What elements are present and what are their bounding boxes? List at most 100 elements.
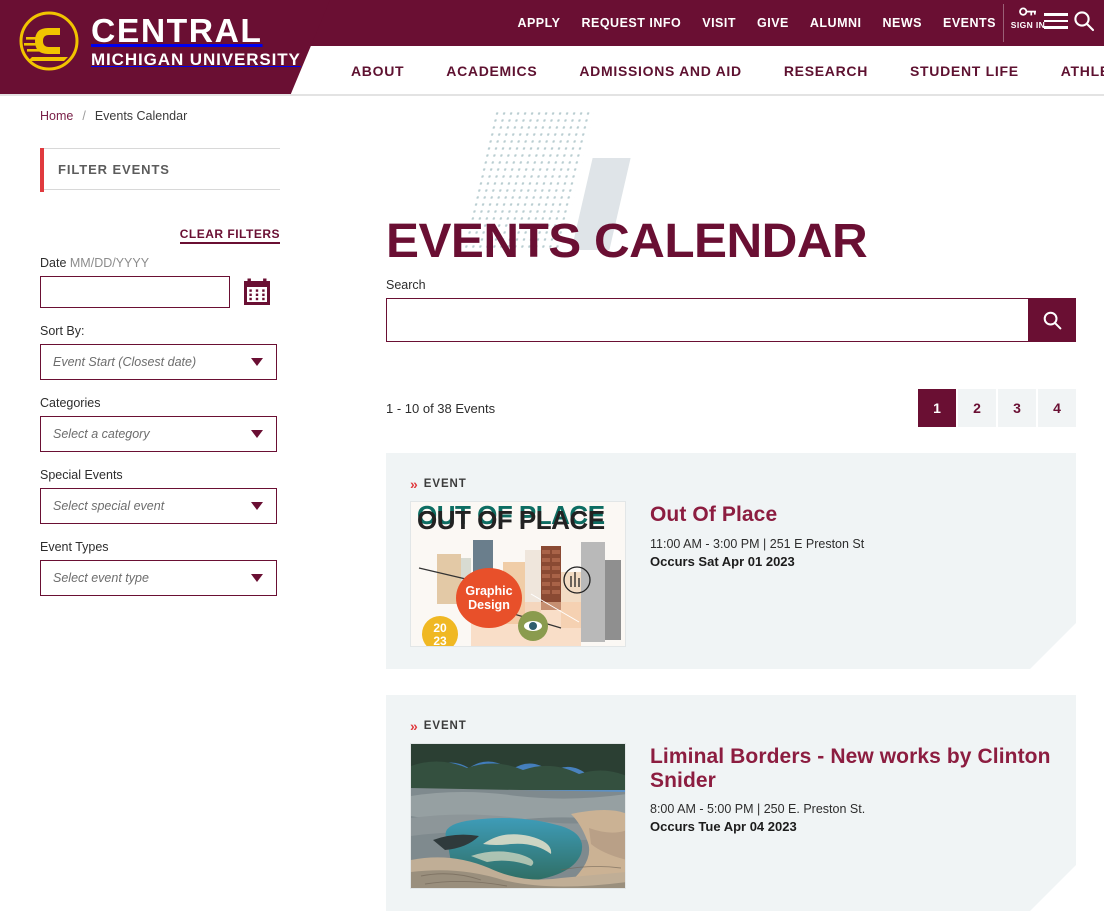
header-controls — [1044, 9, 1096, 33]
clear-filters-button[interactable]: CLEAR FILTERS — [179, 227, 280, 244]
special-events-select[interactable]: Select special event — [40, 488, 277, 524]
event-info: Liminal Borders - New works by Clinton S… — [650, 743, 1076, 889]
event-time-location: 8:00 AM - 5:00 PM | 250 E. Preston St. — [650, 802, 866, 817]
utility-nav-divider — [1003, 4, 1004, 42]
svg-text:20: 20 — [433, 621, 447, 635]
date-input[interactable] — [40, 276, 230, 308]
breadcrumb-current: Events Calendar — [94, 109, 188, 123]
pagination: 1 2 3 4 — [918, 389, 1076, 427]
search-input[interactable] — [386, 298, 1028, 342]
event-title[interactable]: Liminal Borders - New works by Clinton S… — [650, 745, 1076, 792]
event-card[interactable]: » EVENT OUT OF PLACE OUT OF PLACE Graphi… — [386, 453, 1076, 669]
sort-by-group: Sort By: Event Start (Closest date) — [40, 324, 280, 380]
filter-events-title: FILTER EVENTS — [58, 161, 170, 177]
hamburger-menu-icon[interactable] — [1044, 13, 1068, 29]
pagination-page-3[interactable]: 3 — [998, 389, 1036, 427]
double-chevron-icon: » — [410, 476, 418, 492]
breadcrumb-home[interactable]: Home — [40, 109, 73, 123]
nav-student-life[interactable]: STUDENT LIFE — [889, 63, 1040, 79]
cmu-flying-c-logo-icon — [18, 10, 80, 72]
chevron-down-icon — [251, 430, 263, 438]
chevron-down-icon — [251, 502, 263, 510]
breadcrumb-separator: / — [82, 109, 86, 123]
date-format-hint: MM/DD/YYYY — [69, 256, 150, 270]
site-logo-link[interactable]: CENTRAL MICHIGAN UNIVERSITY — [18, 10, 301, 72]
svg-text:Design: Design — [468, 598, 510, 612]
event-search: Search — [386, 278, 1076, 342]
event-occurs-date: Occurs Sat Apr 01 2023 — [650, 553, 795, 569]
sort-by-value: Event Start (Closest date) — [53, 355, 197, 369]
utility-nav-events[interactable]: EVENTS — [943, 16, 996, 30]
event-time-location: 11:00 AM - 3:00 PM | 251 E Preston St — [650, 536, 865, 551]
event-kicker-label: EVENT — [423, 720, 467, 732]
date-field-label: Date MM/DD/YYYY — [40, 256, 280, 270]
search-icon[interactable] — [1072, 9, 1096, 33]
utility-nav-apply[interactable]: APPLY — [517, 16, 560, 30]
key-icon — [1019, 7, 1037, 18]
primary-navigation: ABOUT ACADEMICS ADMISSIONS AND AID RESEA… — [330, 46, 1104, 96]
page-body: Home / Events Calendar FILTER EVENTS CLE… — [0, 96, 1104, 916]
calendar-icon[interactable] — [242, 277, 272, 307]
date-filter-row — [40, 276, 280, 308]
pagination-page-2[interactable]: 2 — [958, 389, 996, 427]
event-kicker: » EVENT — [410, 719, 1076, 733]
categories-value: Select a category — [53, 427, 150, 441]
chevron-down-icon — [251, 574, 263, 582]
page-title: EVENTS CALENDAR — [386, 215, 868, 269]
sign-in-button[interactable]: SIGN IN — [1008, 7, 1048, 30]
sort-by-select[interactable]: Event Start (Closest date) — [40, 344, 277, 380]
event-body: Liminal Borders - New works by Clinton S… — [410, 743, 1076, 889]
event-types-select[interactable]: Select event type — [40, 560, 277, 596]
svg-text:Graphic: Graphic — [465, 584, 512, 598]
categories-select[interactable]: Select a category — [40, 416, 277, 452]
nav-research[interactable]: RESEARCH — [763, 63, 889, 79]
site-header: CENTRAL MICHIGAN UNIVERSITY APPLY REQUES… — [0, 0, 1104, 96]
event-thumbnail[interactable] — [410, 743, 626, 889]
event-info: Out Of Place 11:00 AM - 3:00 PM | 251 E … — [650, 501, 1076, 647]
event-card[interactable]: » EVENT Liminal Borders - New works by C… — [386, 695, 1076, 911]
categories-group: Categories Select a category — [40, 396, 280, 452]
nav-about[interactable]: ABOUT — [330, 63, 425, 79]
search-label: Search — [386, 278, 426, 292]
main-content: EVENTS CALENDAR Search 1 - 10 of 38 Even… — [386, 96, 1076, 911]
logo-wordmark-primary: CENTRAL — [91, 12, 263, 49]
event-thumbnail[interactable]: OUT OF PLACE OUT OF PLACE Graphic Design… — [410, 501, 626, 647]
event-types-group: Event Types Select event type — [40, 540, 280, 596]
utility-navigation: APPLY REQUEST INFO VISIT GIVE ALUMNI NEW… — [517, 0, 996, 46]
sign-in-label: SIGN IN — [1010, 20, 1046, 30]
sort-by-label: Sort By: — [40, 324, 85, 338]
utility-nav-news[interactable]: NEWS — [882, 16, 922, 30]
search-submit-button[interactable] — [1028, 298, 1076, 342]
event-types-label: Event Types — [40, 540, 109, 554]
pagination-page-4[interactable]: 4 — [1038, 389, 1076, 427]
svg-text:23: 23 — [433, 634, 447, 647]
special-events-group: Special Events Select special event — [40, 468, 280, 524]
special-events-value: Select special event — [53, 499, 165, 513]
nav-athletics[interactable]: ATHLETICS — [1040, 63, 1104, 79]
results-summary-bar: 1 - 10 of 38 Events 1 2 3 4 — [386, 389, 1076, 427]
double-chevron-icon: » — [410, 718, 418, 734]
event-body: OUT OF PLACE OUT OF PLACE Graphic Design… — [410, 501, 1076, 647]
nav-admissions-and-aid[interactable]: ADMISSIONS AND AID — [558, 63, 762, 79]
event-types-value: Select event type — [53, 571, 149, 585]
utility-nav-visit[interactable]: VISIT — [702, 16, 736, 30]
search-row — [386, 298, 1076, 342]
event-occurs-date: Occurs Tue Apr 04 2023 — [650, 819, 797, 835]
clear-filters-row: CLEAR FILTERS — [40, 227, 280, 244]
chevron-down-icon — [251, 358, 263, 366]
categories-label: Categories — [40, 396, 101, 410]
logo-wordmark-secondary: MICHIGAN UNIVERSITY — [91, 50, 301, 69]
special-events-label: Special Events — [40, 468, 123, 482]
nav-academics[interactable]: ACADEMICS — [425, 63, 558, 79]
event-title[interactable]: Out Of Place — [650, 503, 1076, 527]
utility-nav-give[interactable]: GIVE — [757, 16, 789, 30]
filter-sidebar: FILTER EVENTS CLEAR FILTERS Date MM/DD/Y… — [40, 148, 280, 596]
filter-events-header: FILTER EVENTS — [40, 148, 280, 192]
utility-nav-alumni[interactable]: ALUMNI — [810, 16, 862, 30]
event-kicker-label: EVENT — [423, 478, 467, 490]
search-icon — [1042, 310, 1063, 331]
breadcrumb: Home / Events Calendar — [40, 109, 187, 123]
pagination-page-1[interactable]: 1 — [918, 389, 956, 427]
utility-nav-request-info[interactable]: REQUEST INFO — [581, 16, 681, 30]
date-label-text: Date — [40, 256, 67, 270]
